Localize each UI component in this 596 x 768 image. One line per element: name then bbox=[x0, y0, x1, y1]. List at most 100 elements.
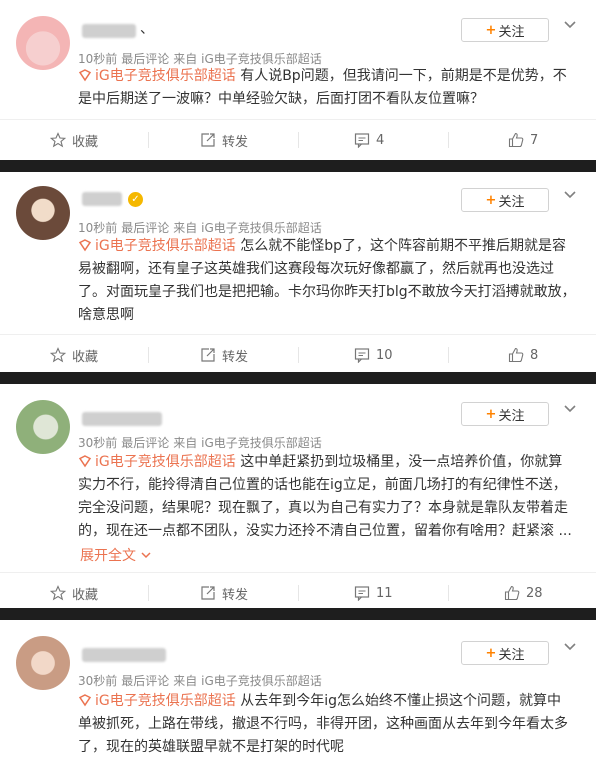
comment-meta: 10秒前 最后评论 来自 iG电子竞技俱乐部超话 bbox=[78, 219, 326, 236]
username-blurred[interactable] bbox=[82, 24, 136, 38]
text-line: 实力不行，能拎得清自己位置的话也能在ig立足，前面几场打的有纪律性不送， bbox=[78, 477, 567, 493]
collect-button[interactable]: 收藏 bbox=[50, 573, 98, 613]
text-line: iG电子竞技俱乐部超话 从去年到今年ig怎么始终不懂止损这个问题，就算中 bbox=[78, 690, 578, 713]
topic-link[interactable]: iG电子竞技俱乐部超话 bbox=[78, 693, 236, 709]
plus-icon: + bbox=[485, 192, 497, 208]
thumbs-up-icon bbox=[504, 585, 520, 601]
plus-icon: + bbox=[485, 22, 497, 38]
username-suffix: 、 bbox=[140, 21, 154, 37]
chevron-down-icon[interactable] bbox=[562, 16, 578, 32]
divider bbox=[148, 585, 149, 601]
username-blurred[interactable] bbox=[82, 192, 122, 206]
action-bar: 收藏 转发 11 28 bbox=[0, 572, 596, 613]
star-icon bbox=[50, 585, 66, 601]
repost-icon bbox=[201, 348, 215, 362]
meta-source[interactable]: 来自 iG电子竞技俱乐部超话 bbox=[173, 436, 321, 450]
chevron-down-icon[interactable] bbox=[562, 400, 578, 416]
thumbs-up-icon bbox=[508, 347, 524, 363]
text-line: iG电子竞技俱乐部超话 这中单赶紧扔到垃圾桶里，没一点培养价值，你就算 bbox=[78, 451, 578, 474]
text-line: 是中后期送了一波嘛？中单经验欠缺，后面打团不看队友位置嘛？ bbox=[78, 91, 484, 107]
avatar[interactable] bbox=[16, 186, 70, 240]
comment-button[interactable]: 4 bbox=[354, 120, 384, 160]
super-topic-icon bbox=[78, 239, 92, 252]
username-blurred[interactable] bbox=[82, 648, 166, 662]
divider bbox=[148, 132, 149, 148]
expand-full-text-link[interactable]: 展开全文 bbox=[80, 545, 152, 565]
comment-text: iG电子竞技俱乐部超话 这中单赶紧扔到垃圾桶里，没一点培养价值，你就算 实力不行… bbox=[78, 451, 578, 543]
repost-button[interactable]: 转发 bbox=[200, 573, 248, 613]
timestamp: 30秒前 bbox=[78, 436, 118, 450]
topic-link[interactable]: iG电子竞技俱乐部超话 bbox=[78, 68, 236, 84]
follow-button[interactable]: + 关注 bbox=[461, 18, 549, 42]
comment-text: iG电子竞技俱乐部超话 有人说Bp问题，但我请问一下，前期是不是优势，不 是中后… bbox=[78, 65, 578, 111]
text-line: 啥意思啊 bbox=[78, 307, 134, 323]
divider bbox=[298, 347, 299, 363]
chevron-down-icon[interactable] bbox=[562, 638, 578, 654]
timestamp: 10秒前 bbox=[78, 52, 118, 66]
super-topic-icon bbox=[78, 455, 92, 468]
text-line: iG电子竞技俱乐部超话 怎么就不能怪bp了，这个阵容前期不平推后期就是容 bbox=[78, 235, 578, 258]
super-topic-icon bbox=[78, 69, 92, 82]
meta-tag: 最后评论 bbox=[121, 674, 170, 688]
collect-button[interactable]: 收藏 bbox=[50, 120, 98, 160]
comment-button[interactable]: 11 bbox=[354, 573, 393, 613]
chevron-down-icon[interactable] bbox=[562, 186, 578, 202]
topic-link[interactable]: iG电子竞技俱乐部超话 bbox=[78, 454, 236, 470]
avatar[interactable] bbox=[16, 400, 70, 454]
like-button[interactable]: 7 bbox=[508, 120, 538, 160]
text-line: 单被抓死，上路在带线，撤退不行吗，非得开团，这种画面从去年到今年看太多 bbox=[78, 716, 568, 732]
text-line: 易被翻啊，还有皇子这英雄我们这赛段每次玩好像都赢了，然后就再也没选过 bbox=[78, 261, 554, 277]
comment-button[interactable]: 10 bbox=[354, 335, 393, 375]
chevron-down-icon bbox=[141, 552, 151, 559]
divider bbox=[448, 132, 449, 148]
comment-card-3: + 关注 30秒前 最后评论 来自 iG电子竞技俱乐部超话 iG电子竞技俱乐部超话 这… bbox=[0, 384, 596, 608]
timestamp: 30秒前 bbox=[78, 674, 118, 688]
repost-icon bbox=[201, 133, 215, 147]
repost-button[interactable]: 转发 bbox=[200, 120, 248, 160]
divider bbox=[448, 347, 449, 363]
follow-button[interactable]: + 关注 bbox=[461, 641, 549, 665]
action-bar: 收藏 转发 4 7 bbox=[0, 119, 596, 160]
text-line: iG电子竞技俱乐部超话 有人说Bp问题，但我请问一下，前期是不是优势，不 bbox=[78, 65, 578, 88]
comment-icon bbox=[354, 586, 370, 601]
divider bbox=[448, 585, 449, 601]
comment-text: iG电子竞技俱乐部超话 从去年到今年ig怎么始终不懂止损这个问题，就算中 单被抓… bbox=[78, 690, 578, 759]
text-line: 的，现在还一点都不团队，没实力还拎不清自己位置，留着你有啥用？赶紧滚 ... bbox=[78, 523, 572, 539]
star-icon bbox=[50, 132, 66, 148]
meta-source[interactable]: 来自 iG电子竞技俱乐部超话 bbox=[173, 221, 321, 235]
action-bar: 收藏 转发 10 8 bbox=[0, 334, 596, 375]
meta-source[interactable]: 来自 iG电子竞技俱乐部超话 bbox=[173, 674, 321, 688]
text-line: 了，现在的英雄联盟早就不是打架的时代呢 bbox=[78, 739, 344, 755]
text-line: 了。对面玩皇子我们也是把把输。卡尔玛你昨天打blg不敢放今天打滔搏就敢放， bbox=[78, 284, 576, 300]
like-button[interactable]: 8 bbox=[508, 335, 538, 375]
divider bbox=[298, 132, 299, 148]
meta-tag: 最后评论 bbox=[121, 52, 170, 66]
follow-button[interactable]: + 关注 bbox=[461, 402, 549, 426]
comment-card-2: ✓ + 关注 10秒前 最后评论 来自 iG电子竞技俱乐部超话 iG电子竞技俱乐部超话… bbox=[0, 172, 596, 372]
star-icon bbox=[50, 347, 66, 363]
repost-icon bbox=[201, 586, 215, 600]
comment-icon bbox=[354, 348, 370, 363]
repost-button[interactable]: 转发 bbox=[200, 335, 248, 375]
verified-badge-icon: ✓ bbox=[128, 192, 143, 207]
meta-source[interactable]: 来自 iG电子竞技俱乐部超话 bbox=[173, 52, 321, 66]
follow-button[interactable]: + 关注 bbox=[461, 188, 549, 212]
thumbs-up-icon bbox=[508, 132, 524, 148]
avatar[interactable] bbox=[16, 16, 70, 70]
collect-button[interactable]: 收藏 bbox=[50, 335, 98, 375]
comment-card-1: 、 + 关注 10秒前 最后评论 来自 iG电子竞技俱乐部超话 iG电子竞技俱乐部超话… bbox=[0, 0, 596, 160]
like-button[interactable]: 28 bbox=[504, 573, 543, 613]
text-line: 完全没问题，结果呢？现在飘了，真以为自己有实力了？本身就是靠队友带着走 bbox=[78, 500, 568, 516]
meta-tag: 最后评论 bbox=[121, 221, 170, 235]
comment-meta: 30秒前 最后评论 来自 iG电子竞技俱乐部超话 bbox=[78, 672, 326, 689]
username-blurred[interactable] bbox=[82, 412, 162, 426]
divider bbox=[148, 347, 149, 363]
comment-meta: 30秒前 最后评论 来自 iG电子竞技俱乐部超话 bbox=[78, 434, 326, 451]
plus-icon: + bbox=[485, 645, 497, 661]
timestamp: 10秒前 bbox=[78, 221, 118, 235]
avatar[interactable] bbox=[16, 636, 70, 690]
super-topic-icon bbox=[78, 694, 92, 707]
comment-card-4: + 关注 30秒前 最后评论 来自 iG电子竞技俱乐部超话 iG电子竞技俱乐部超话 从… bbox=[0, 620, 596, 768]
topic-link[interactable]: iG电子竞技俱乐部超话 bbox=[78, 238, 236, 254]
plus-icon: + bbox=[485, 406, 497, 422]
